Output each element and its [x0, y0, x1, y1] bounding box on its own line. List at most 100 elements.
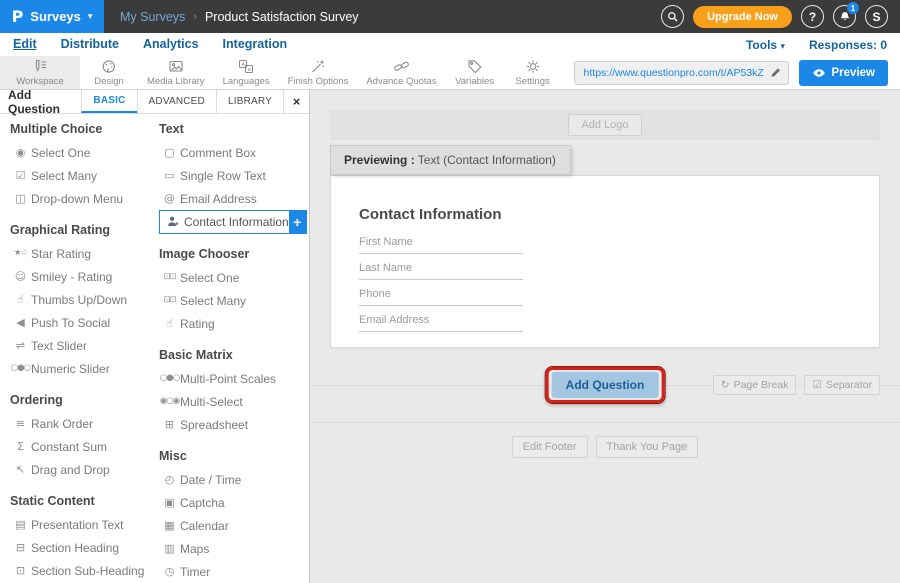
- question-type-select-many[interactable]: ☑Select Many: [10, 164, 159, 187]
- question-type-date-time[interactable]: ◴Date / Time: [159, 468, 309, 491]
- question-type-single-row-text[interactable]: ▭Single Row Text: [159, 164, 309, 187]
- toolbar-item-workspace[interactable]: Workspace: [0, 56, 80, 89]
- question-type-spreadsheet[interactable]: ⊞Spreadsheet: [159, 413, 309, 436]
- first-name-field[interactable]: First Name: [359, 236, 523, 254]
- toolbar-item-settings[interactable]: Settings: [504, 56, 562, 89]
- add-logo-button[interactable]: Add Logo: [568, 114, 641, 136]
- question-type-multi-select[interactable]: ◉○◉Multi-Select: [159, 390, 309, 413]
- numeric-slider-icon: ○●○: [10, 364, 31, 373]
- avatar[interactable]: S: [865, 5, 888, 28]
- section-title-misc: Misc: [159, 449, 309, 463]
- edit-footer-button[interactable]: Edit Footer: [512, 436, 588, 458]
- question-type-calendar[interactable]: ▦Calendar: [159, 514, 309, 537]
- question-type-select-one[interactable]: ⊡⊡Select One: [159, 266, 309, 289]
- survey-url[interactable]: https://www.questionpro.com/t/AP53kZgUI: [575, 67, 764, 79]
- question-type-list: Multiple Choice◉Select One☑Select Many◫D…: [0, 114, 309, 583]
- question-type-label: Section Sub-Heading: [31, 564, 144, 578]
- section-title-graphical-rating: Graphical Rating: [10, 223, 159, 237]
- question-type-section-heading[interactable]: ⊟Section Heading: [10, 536, 159, 559]
- thank-you-page-button[interactable]: Thank You Page: [596, 436, 699, 458]
- highlight-annotation: Add Question: [546, 367, 665, 403]
- question-type-constant-sum[interactable]: ΣConstant Sum: [10, 435, 159, 458]
- question-type-push-to-social[interactable]: ◀Push To Social: [10, 311, 159, 334]
- responses-count[interactable]: Responses: 0: [809, 38, 887, 52]
- question-type-label: Date / Time: [180, 473, 241, 487]
- languages-icon: Aa: [238, 59, 254, 74]
- search-button[interactable]: [661, 5, 684, 28]
- multi-point-scales-icon: ○●○: [159, 374, 180, 383]
- close-icon[interactable]: ×: [283, 90, 309, 113]
- question-type-label: Constant Sum: [31, 440, 107, 454]
- app-logo[interactable]: P Surveys ▾: [0, 0, 104, 33]
- question-type-rating[interactable]: ☝Rating: [159, 312, 309, 335]
- tab-distribute[interactable]: Distribute: [61, 37, 119, 52]
- question-type-rank-order[interactable]: ≡Rank Order: [10, 412, 159, 435]
- upgrade-now-button[interactable]: Upgrade Now: [693, 6, 792, 28]
- breadcrumb-separator-icon: ›: [193, 11, 197, 23]
- question-type-thumbs-up-down[interactable]: ☝Thumbs Up/Down: [10, 288, 159, 311]
- email-address-field[interactable]: Email Address: [359, 314, 523, 332]
- question-type-email-address[interactable]: @Email Address: [159, 187, 309, 210]
- breadcrumb: My Surveys › Product Satisfaction Survey: [120, 10, 359, 24]
- toolbar-item-design[interactable]: Design: [80, 56, 138, 89]
- question-type-star-rating[interactable]: ★☆Star Rating: [10, 242, 159, 265]
- edit-url-button[interactable]: [764, 62, 788, 84]
- add-selected-question-button[interactable]: +: [289, 211, 306, 233]
- tab-library[interactable]: LIBRARY: [216, 90, 283, 113]
- question-type-label: Select Many: [31, 169, 97, 183]
- section-heading-icon: ⊟: [10, 542, 31, 553]
- question-type-drag-and-drop[interactable]: ↖Drag and Drop: [10, 458, 159, 481]
- tab-integration[interactable]: Integration: [223, 37, 288, 52]
- question-type-multi-point-scales[interactable]: ○●○Multi-Point Scales: [159, 367, 309, 390]
- separator-button[interactable]: ☑Separator: [804, 375, 880, 395]
- toolbar-item-variables[interactable]: Variables: [446, 56, 504, 89]
- settings-gear-icon: [525, 59, 541, 74]
- tab-advanced[interactable]: ADVANCED: [137, 90, 216, 113]
- tab-edit[interactable]: Edit: [13, 37, 37, 52]
- add-question-row: Add Question ↻Page Break ☑Separator: [330, 348, 880, 422]
- add-question-button[interactable]: Add Question: [552, 372, 659, 398]
- top-header: P Surveys ▾ My Surveys › Product Satisfa…: [0, 0, 900, 33]
- last-name-field[interactable]: Last Name: [359, 262, 523, 280]
- question-type-numeric-slider[interactable]: ○●○Numeric Slider: [10, 357, 159, 380]
- constant-sum-sigma-icon: Σ: [10, 441, 31, 452]
- design-palette-icon: [101, 59, 117, 74]
- notifications-button[interactable]: 1: [833, 5, 856, 28]
- question-type-presentation-text[interactable]: ▤Presentation Text: [10, 513, 159, 536]
- text-slider-icon: ⇌: [10, 340, 31, 351]
- question-type-comment-box[interactable]: ▢Comment Box: [159, 141, 309, 164]
- phone-field[interactable]: Phone: [359, 288, 523, 306]
- question-type-label: Timer: [180, 565, 210, 579]
- preview-button[interactable]: Preview: [799, 60, 888, 86]
- image-select-one-icon: ⊡⊡: [159, 273, 180, 282]
- question-type-contact-information[interactable]: Contact Information+: [159, 210, 307, 234]
- question-type-select-many[interactable]: ⊡⊡Select Many: [159, 289, 309, 312]
- question-type-captcha[interactable]: ▣Captcha: [159, 491, 309, 514]
- toolbar-item-media-library[interactable]: Media Library: [138, 56, 214, 89]
- question-type-maps[interactable]: ▥Maps: [159, 537, 309, 560]
- toolbar-item-finish-options[interactable]: Finish Options: [279, 56, 358, 89]
- page-break-button[interactable]: ↻Page Break: [713, 375, 797, 395]
- notification-badge: 1: [847, 2, 859, 14]
- question-type-section-sub-heading[interactable]: ⊡Section Sub-Heading: [10, 559, 159, 582]
- toolbar-item-languages[interactable]: Aa Languages: [214, 56, 279, 89]
- eye-icon: [812, 68, 826, 78]
- question-type-drop-down-menu[interactable]: ◫Drop-down Menu: [10, 187, 159, 210]
- question-type-text-slider[interactable]: ⇌Text Slider: [10, 334, 159, 357]
- question-type-select-one[interactable]: ◉Select One: [10, 141, 159, 164]
- svg-text:a: a: [248, 67, 251, 73]
- breadcrumb-my-surveys[interactable]: My Surveys: [120, 10, 185, 24]
- help-button[interactable]: ?: [801, 5, 824, 28]
- question-type-label: Multi-Select: [180, 395, 243, 409]
- question-type-smiley-rating[interactable]: ☺Smiley - Rating: [10, 265, 159, 288]
- star-rating-icon: ★☆: [10, 249, 31, 258]
- survey-canvas: Add Logo Previewing : Text (Contact Info…: [310, 90, 900, 583]
- tab-analytics[interactable]: Analytics: [143, 37, 199, 52]
- section-title-static-content: Static Content: [10, 494, 159, 508]
- timer-icon: ◷: [159, 566, 180, 577]
- toolbar-item-advance-quotas[interactable]: Advance Quotas: [357, 56, 445, 89]
- workspace-icon: [32, 59, 48, 74]
- tab-basic[interactable]: BASIC: [81, 90, 136, 113]
- question-type-timer[interactable]: ◷Timer: [159, 560, 309, 583]
- tools-dropdown[interactable]: Tools ▾: [746, 38, 785, 52]
